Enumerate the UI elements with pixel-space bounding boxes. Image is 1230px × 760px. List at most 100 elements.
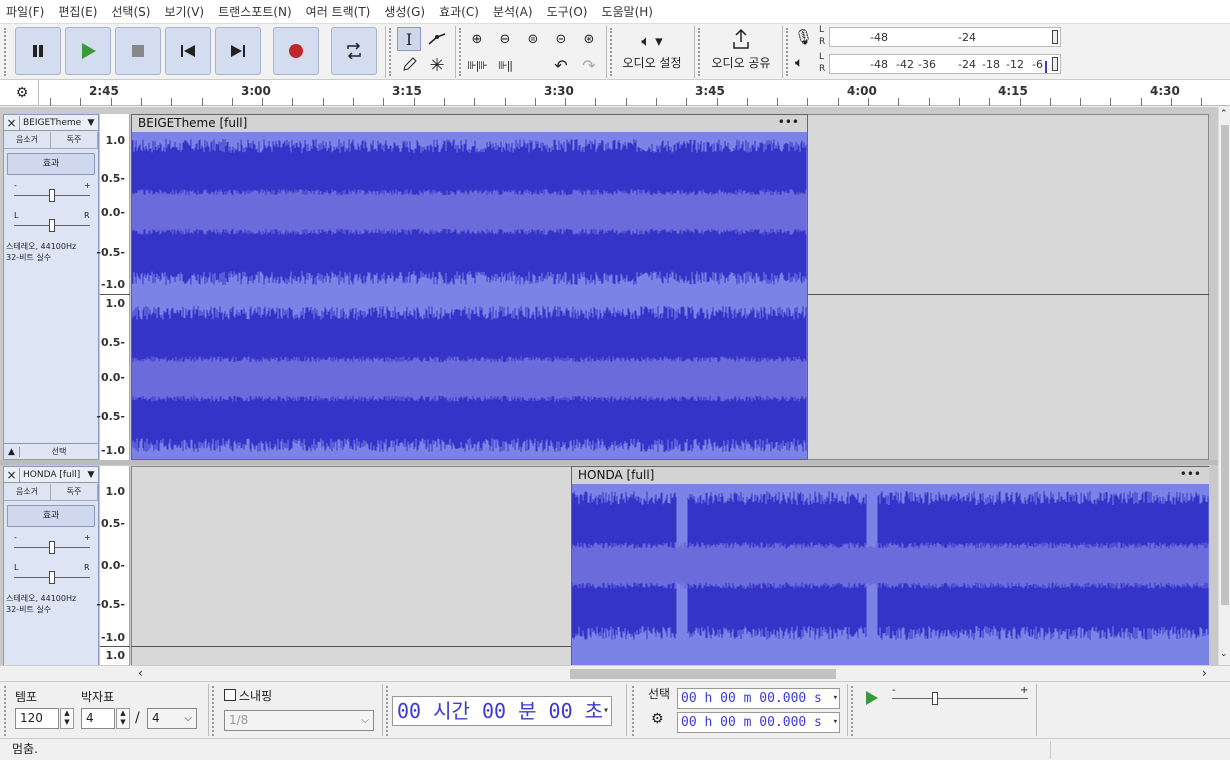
menu-tracks[interactable]: 여러 트랙(T) <box>306 3 371 20</box>
undo-button[interactable]: ↶ <box>549 53 573 77</box>
play-at-speed-grip[interactable] <box>851 686 855 736</box>
track-menu-dropdown-icon[interactable]: ▼ <box>84 118 98 128</box>
play-at-speed-button[interactable] <box>860 686 884 710</box>
close-track-icon[interactable]: × <box>4 467 20 482</box>
horizontal-scroll-thumb[interactable] <box>570 669 836 679</box>
snapping-checkbox[interactable] <box>224 689 236 701</box>
scroll-right-icon[interactable]: › <box>1202 666 1207 680</box>
record-meter[interactable]: -48 -24 <box>829 27 1061 47</box>
zoom-in-button[interactable]: ⊕ <box>465 27 489 51</box>
close-track-icon[interactable]: × <box>4 115 20 130</box>
selection-grip[interactable] <box>632 686 636 736</box>
skip-end-button[interactable] <box>215 27 261 75</box>
share-audio-button[interactable]: 오디오 공유 <box>705 28 777 76</box>
pan-slider[interactable] <box>14 571 90 584</box>
multi-tool[interactable]: ✳ <box>425 53 449 77</box>
solo-button[interactable]: 독주 <box>51 484 98 500</box>
effects-button[interactable]: 효과 <box>7 153 95 175</box>
time-signature-grip[interactable] <box>4 686 8 736</box>
menu-help[interactable]: 도움말(H) <box>601 3 653 20</box>
scroll-up-icon[interactable]: ⌃ <box>1220 109 1228 119</box>
time-signature-denominator[interactable]: 4 ⌵ <box>147 708 197 729</box>
meter-grip[interactable] <box>786 28 790 76</box>
scroll-left-icon[interactable]: ‹ <box>138 666 143 680</box>
pan-slider[interactable] <box>14 219 90 232</box>
mute-button[interactable]: 음소거 <box>4 132 51 148</box>
speed-slider-knob[interactable] <box>932 692 938 705</box>
audio-clip[interactable]: HONDA [full] ••• <box>571 466 1209 665</box>
pan-slider-knob[interactable] <box>49 571 55 584</box>
clip-title[interactable]: HONDA [full] <box>572 467 1209 484</box>
selection-end-time[interactable]: 00 h 00 m 00.000 s ▾ <box>677 712 840 733</box>
audio-clip[interactable]: BEIGETheme [full] ••• <box>131 114 808 460</box>
effects-button[interactable]: 효과 <box>7 505 95 527</box>
select-track-button[interactable]: 선택 <box>20 446 98 457</box>
menu-effect[interactable]: 효과(C) <box>439 3 479 20</box>
loop-button[interactable] <box>331 27 377 75</box>
scroll-down-icon[interactable]: ⌄ <box>1220 649 1228 659</box>
track-menu-dropdown-icon[interactable]: ▼ <box>84 470 98 480</box>
menu-file[interactable]: 파일(F) <box>6 3 44 20</box>
timeline-ruler[interactable]: ⚙ 2:45 3:00 3:15 3:30 3:45 4:00 4:15 4:3… <box>0 80 1230 106</box>
time-grip[interactable] <box>386 686 390 736</box>
gain-slider-knob[interactable] <box>49 189 55 202</box>
gain-slider[interactable] <box>14 189 90 202</box>
selection-start-time[interactable]: 00 h 00 m 00.000 s ▾ <box>677 688 840 709</box>
tempo-input[interactable]: 120 <box>15 708 59 729</box>
horizontal-scrollbar[interactable]: ‹ › <box>0 665 1230 681</box>
time-display[interactable]: 00 시간 00 분 00 초 ▾ <box>392 696 612 726</box>
silence-audio-button[interactable]: ⊪|| <box>493 53 517 77</box>
redo-button[interactable]: ↷ <box>577 53 601 77</box>
track-name-button[interactable]: HONDA [full] <box>20 470 84 480</box>
menu-generate[interactable]: 생성(G) <box>384 3 425 20</box>
gain-slider-knob[interactable] <box>49 541 55 554</box>
microphone-icon[interactable]: 🎙︎ <box>794 28 813 46</box>
audio-setup-button[interactable]: 🔈︎ ▾ 오디오 설정 <box>617 28 687 76</box>
menu-tools[interactable]: 도구(O) <box>547 3 588 20</box>
clip-title[interactable]: BEIGETheme [full] <box>132 115 807 132</box>
time-format-dropdown-icon[interactable]: ▾ <box>603 697 609 725</box>
vertical-scrollbar[interactable]: ⌃ ⌄ <box>1218 107 1230 665</box>
tempo-spinner[interactable]: ▲ ▼ <box>60 708 74 729</box>
gain-slider[interactable] <box>14 541 90 554</box>
menu-select[interactable]: 선택(S) <box>111 3 150 20</box>
selection-settings-gear-icon[interactable]: ⚙ <box>651 711 664 727</box>
menu-view[interactable]: 보기(V) <box>164 3 204 20</box>
pause-button[interactable] <box>15 27 61 75</box>
stop-button[interactable] <box>115 27 161 75</box>
snapping-grip[interactable] <box>212 686 216 736</box>
selection-tool[interactable]: I <box>397 27 421 51</box>
trim-audio-button[interactable]: ⊪|⊪ <box>465 53 489 77</box>
skip-start-button[interactable] <box>165 27 211 75</box>
solo-button[interactable]: 독주 <box>51 132 98 148</box>
vertical-scroll-thumb[interactable] <box>1221 125 1229 605</box>
draw-tool[interactable] <box>397 53 421 77</box>
edit-grip[interactable] <box>459 28 463 76</box>
clip-menu-icon[interactable]: ••• <box>1180 467 1201 481</box>
audio-setup-grip[interactable] <box>610 28 614 76</box>
toolbar-grip[interactable] <box>4 28 8 76</box>
timeline-settings-gear-icon[interactable]: ⚙ <box>11 84 33 102</box>
menu-analyze[interactable]: 분석(A) <box>493 3 533 20</box>
clip-menu-icon[interactable]: ••• <box>778 115 799 129</box>
fit-selection-button[interactable]: ⊜ <box>521 27 545 51</box>
rec-meter-handle[interactable] <box>1052 30 1058 44</box>
numerator-spinner[interactable]: ▲ ▼ <box>116 708 130 729</box>
collapse-track-icon[interactable]: ▲ <box>4 446 20 457</box>
zoom-out-button[interactable]: ⊖ <box>493 27 517 51</box>
play-meter-handle[interactable] <box>1052 57 1058 71</box>
share-grip[interactable] <box>698 28 702 76</box>
playback-meter[interactable]: -48 -42 -36 -24 -18 -12 -6 <box>829 54 1061 74</box>
time-signature-numerator[interactable]: 4 <box>81 708 115 729</box>
fit-project-button[interactable]: ⊝ <box>549 27 573 51</box>
track-name-button[interactable]: BEIGETheme [ <box>20 118 84 128</box>
envelope-tool[interactable] <box>425 27 449 51</box>
speed-slider[interactable] <box>892 692 1028 705</box>
snapping-select[interactable]: 1/8 ⌵ <box>224 710 374 731</box>
pan-slider-knob[interactable] <box>49 219 55 232</box>
record-button[interactable] <box>273 27 319 75</box>
tools-grip[interactable] <box>389 28 393 76</box>
zoom-toggle-button[interactable]: ⊛ <box>577 27 601 51</box>
play-button[interactable] <box>65 27 111 75</box>
menu-edit[interactable]: 편집(E) <box>58 3 97 20</box>
